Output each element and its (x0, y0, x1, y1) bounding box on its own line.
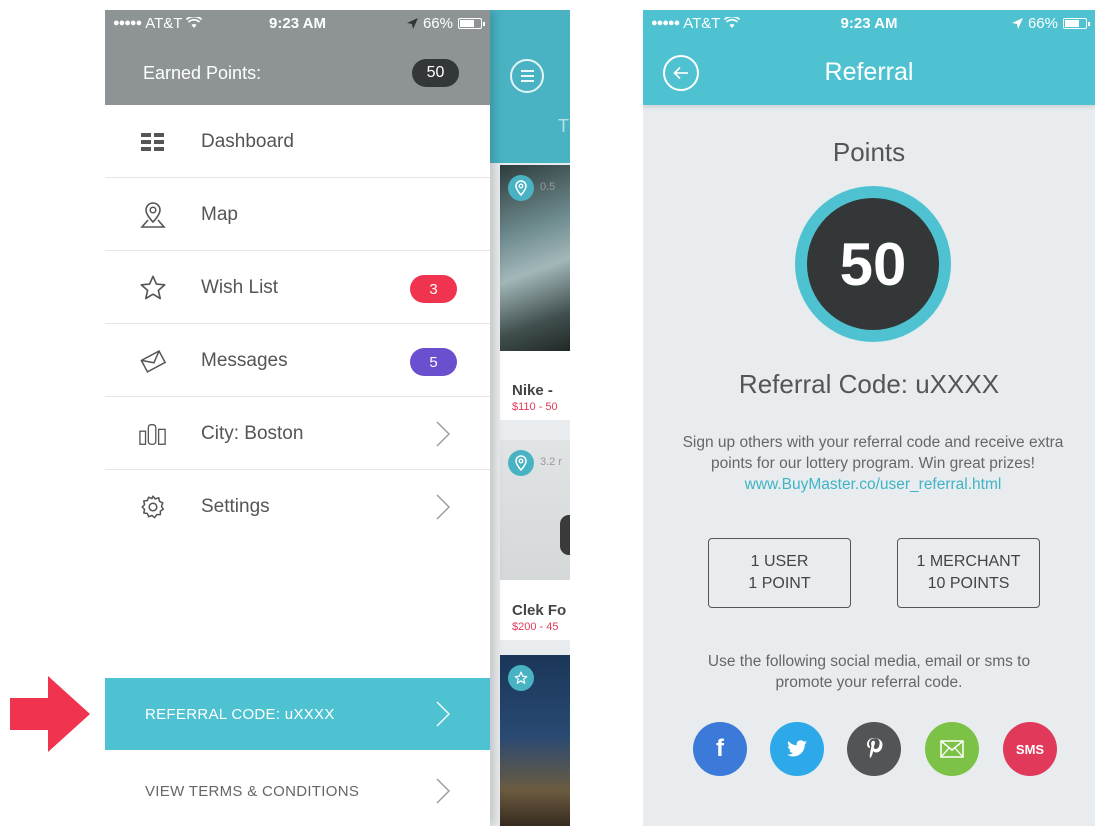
earned-points-label: Earned Points: (143, 63, 262, 83)
description-text: Sign up others with your referral code a… (682, 434, 1064, 472)
product-distance: 3.2 r (540, 456, 563, 468)
envelope-icon (139, 347, 167, 375)
earned-points-header: ●●●●● AT&T 9:23 AM 66% Earned Points: 50 (105, 10, 490, 105)
terms-conditions-button[interactable]: VIEW TERMS & CONDITIONS (105, 750, 490, 826)
twitter-share-button[interactable] (770, 722, 824, 776)
location-arrow-icon (1011, 17, 1023, 29)
messages-count-badge: 5 (410, 348, 457, 376)
pointer-arrow-icon (10, 676, 90, 752)
product-name: Clek Fo (512, 602, 567, 619)
promo-text: Use the following social media, email or… (707, 653, 1031, 691)
product-card[interactable]: 3.2 r Clek Fo $200 - 45 (500, 440, 570, 640)
sms-share-button[interactable]: SMS (1003, 722, 1057, 776)
hamburger-menu-icon[interactable] (510, 59, 544, 93)
product-distance: 0.5 (540, 181, 556, 193)
menu-label: Map (201, 204, 238, 225)
drawer-menu: Dashboard Map Wish List 3 Messages 5 Cit… (105, 105, 490, 543)
product-price: $110 - 50 (512, 401, 558, 413)
product-name: Nike - (512, 382, 553, 399)
menu-item-city[interactable]: City: Boston (105, 397, 490, 470)
menu-label: Dashboard (201, 131, 294, 152)
reward-line: 1 USER (750, 553, 809, 570)
dashboard-icon (139, 128, 167, 156)
chevron-right-icon (436, 421, 450, 447)
referral-code-text: Referral Code: uXXXX (738, 369, 1000, 399)
facebook-icon: f (716, 735, 724, 762)
city-icon (139, 420, 167, 448)
menu-label: Wish List (201, 277, 279, 298)
gear-icon (139, 493, 167, 521)
background-header: T (490, 10, 570, 163)
product-price: $200 - 45 (512, 621, 559, 633)
chevron-right-icon (436, 494, 450, 520)
menu-item-messages[interactable]: Messages 5 (105, 324, 490, 397)
left-phone-screen: T 0.5 Nike - $110 - 50 3.2 r Clek Fo $20… (105, 10, 570, 826)
chevron-right-icon (436, 701, 450, 727)
page-title: Referral (824, 58, 914, 86)
star-badge-icon (508, 665, 534, 691)
battery-icon (458, 17, 485, 29)
location-arrow-icon (406, 17, 418, 29)
battery-percent: 66% (1027, 14, 1058, 32)
envelope-icon (940, 740, 964, 758)
referral-code-button[interactable]: REFERRAL CODE: uXXXX (105, 678, 490, 750)
menu-label: City: Boston (201, 423, 304, 444)
product-card[interactable]: 0.5 Nike - $110 - 50 (500, 165, 570, 420)
product-card[interactable] (500, 655, 570, 826)
referral-nav-bar: ●●●●● AT&T 9:23 AM 66% Referral (643, 10, 1095, 105)
background-title: T (558, 116, 569, 136)
background-app: T 0.5 Nike - $110 - 50 3.2 r Clek Fo $20… (490, 10, 570, 826)
reward-line: 1 POINT (748, 575, 811, 592)
right-phone-screen: ●●●●● AT&T 9:23 AM 66% Referral Points 5… (643, 10, 1095, 826)
side-drawer: ●●●●● AT&T 9:23 AM 66% Earned Points: 50 (105, 10, 490, 826)
pinterest-icon (867, 738, 883, 759)
menu-item-wish-list[interactable]: Wish List 3 (105, 251, 490, 324)
points-ring: 50 (795, 186, 951, 342)
email-share-button[interactable] (925, 722, 979, 776)
status-bar: ●●●●● AT&T 9:23 AM 66% (643, 10, 1095, 36)
menu-item-map[interactable]: Map (105, 178, 490, 251)
sms-label: SMS (1015, 741, 1045, 757)
menu-item-dashboard[interactable]: Dashboard (105, 105, 490, 178)
location-pin-icon (508, 175, 534, 201)
map-pin-icon (139, 201, 167, 229)
earned-points-badge: 50 (412, 59, 459, 87)
pinterest-share-button[interactable] (847, 722, 901, 776)
menu-item-settings[interactable]: Settings (105, 470, 490, 543)
reward-line: 10 POINTS (927, 575, 1010, 592)
reward-merchant-box: 1 MERCHANT 10 POINTS (897, 538, 1040, 608)
location-pin-icon (508, 450, 534, 476)
points-value: 50 (807, 198, 939, 330)
terms-label: VIEW TERMS & CONDITIONS (145, 783, 360, 800)
chevron-right-icon (436, 778, 450, 804)
status-bar: ●●●●● AT&T 9:23 AM 66% (105, 10, 490, 36)
referral-description: Sign up others with your referral code a… (661, 432, 1085, 495)
referral-code-label: REFERRAL CODE: uXXXX (145, 706, 335, 723)
reward-line: 1 MERCHANT (916, 553, 1021, 570)
reward-user-box: 1 USER 1 POINT (708, 538, 851, 608)
menu-label: Settings (201, 496, 270, 517)
star-icon (139, 274, 167, 302)
referral-link[interactable]: www.BuyMaster.co/user_referral.html (661, 474, 1085, 495)
points-heading: Points (832, 137, 906, 167)
menu-label: Messages (201, 350, 288, 371)
battery-icon (1063, 17, 1090, 29)
twitter-icon (787, 740, 807, 757)
battery-percent: 66% (422, 14, 453, 32)
facebook-share-button[interactable]: f (693, 722, 747, 776)
wish-list-count-badge: 3 (410, 275, 457, 303)
